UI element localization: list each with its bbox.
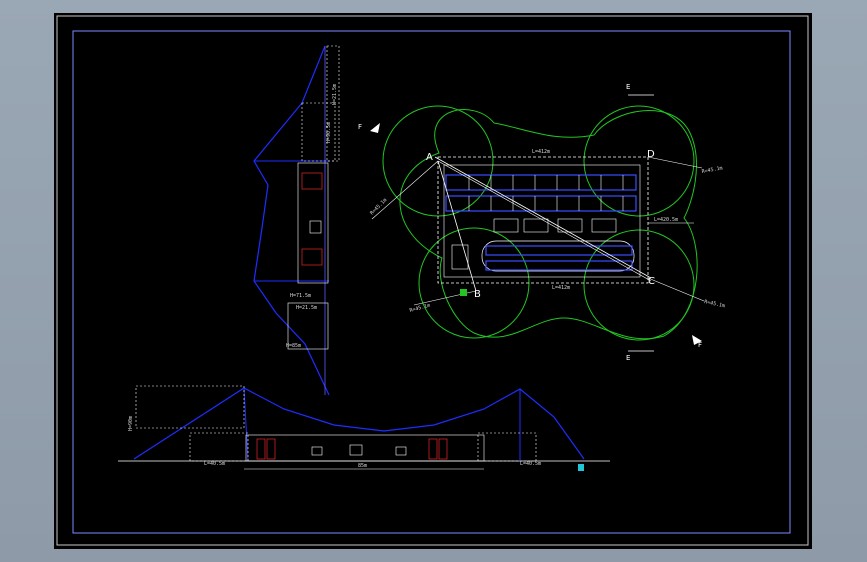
side-dim-mid2: H=71.5m xyxy=(290,293,311,299)
outer-border xyxy=(56,15,809,546)
front-cable xyxy=(133,387,585,460)
section-f-top-arrow xyxy=(370,123,380,133)
side-red-block-2 xyxy=(301,248,323,266)
side-dim-mid1: H=90.5m xyxy=(326,122,332,143)
front-dim-center: 85m xyxy=(358,463,367,469)
side-view: H=21.5m H=90.5m H=71.5m H=21.5m H=85m xyxy=(253,45,340,396)
front-dim-right: L=40.5m xyxy=(520,461,541,467)
section-f-bottom-label: F xyxy=(698,341,702,349)
point-b-label: B xyxy=(474,289,481,300)
cad-drawing: H=21.5m H=90.5m H=71.5m H=21.5m H=85m A … xyxy=(56,15,809,546)
side-dim-top: H=21.5m xyxy=(332,84,338,105)
front-dim-box-lower-right xyxy=(477,432,537,462)
drawing-canvas[interactable]: H=21.5m H=90.5m H=71.5m H=21.5m H=85m A … xyxy=(54,13,812,549)
front-dim-box-lower-left xyxy=(189,432,249,462)
plan-stage-area xyxy=(493,218,617,233)
plan-view: A B C D E E F F L=412m L=412m L=420.5m R… xyxy=(358,83,725,362)
plan-dim-ur: R=45.1m xyxy=(701,165,723,175)
point-d-label: D xyxy=(647,149,655,160)
front-view: H=90m L=40.5m 85m L=40.5m xyxy=(118,385,610,471)
front-building xyxy=(245,434,485,462)
side-core xyxy=(309,220,322,234)
section-e-top-label: E xyxy=(626,83,630,91)
plan-dim-right: L=420.5m xyxy=(654,217,678,223)
front-window-2 xyxy=(349,444,363,456)
front-dim-box-left xyxy=(135,385,245,429)
plan-circle-ur xyxy=(583,105,695,217)
plan-building-outline xyxy=(443,164,641,278)
plan-dim-top: L=412m xyxy=(532,149,550,155)
point-c-label: C xyxy=(648,276,655,287)
side-red-block-1 xyxy=(301,172,323,190)
front-red-door-4 xyxy=(438,438,448,460)
plan-dim-lr: R=45.1m xyxy=(704,299,726,309)
front-dim-left: L=40.5m xyxy=(204,461,225,467)
plan-membrane-outline xyxy=(399,109,698,340)
front-red-door-3 xyxy=(428,438,438,460)
side-dim-mid3: H=21.5m xyxy=(296,305,317,311)
point-a-label: A xyxy=(426,152,433,163)
front-red-door-2 xyxy=(266,438,276,460)
plan-green-marker xyxy=(460,289,467,296)
front-dim-height: H=90m xyxy=(128,416,134,431)
front-cyan-marker xyxy=(578,464,584,471)
plan-dim-bottom: L=412m xyxy=(552,285,570,291)
side-dim-bottom: H=85m xyxy=(286,343,301,349)
front-red-door-1 xyxy=(256,438,266,460)
plan-diagonal-ac-2 xyxy=(437,160,652,282)
section-f-top-label: F xyxy=(358,123,362,131)
front-window-1 xyxy=(311,446,323,456)
section-e-bottom-label: E xyxy=(626,354,630,362)
front-window-3 xyxy=(395,446,407,456)
plan-leader-ul xyxy=(371,160,439,220)
